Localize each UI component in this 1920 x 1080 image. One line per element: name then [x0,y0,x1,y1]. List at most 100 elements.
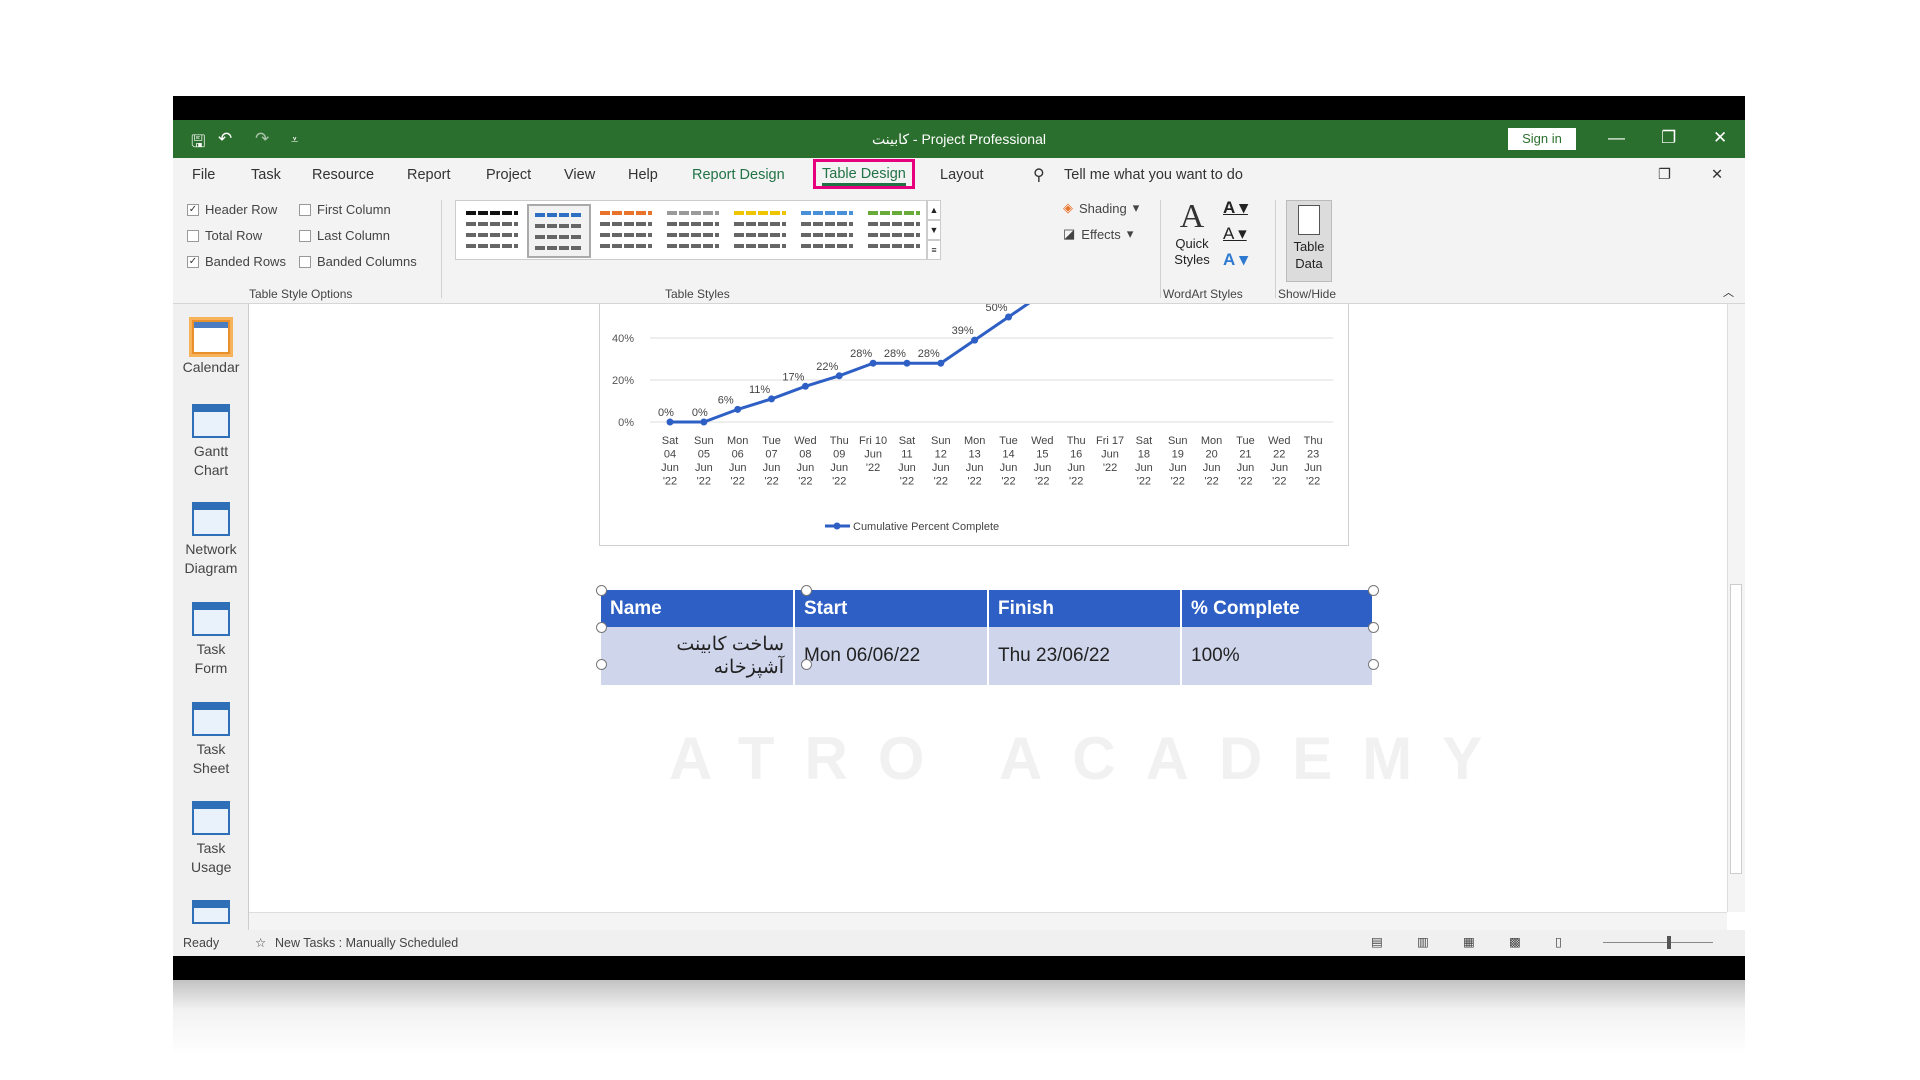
status-bar: Ready ☆ New Tasks : Manually Scheduled ▤… [173,930,1745,956]
checkbox-box [299,229,311,242]
report-table[interactable]: Name Start Finish % Complete ساخت کابینت… [601,590,1374,685]
table-style-option[interactable] [795,204,859,258]
new-tasks-mode[interactable]: New Tasks : Manually Scheduled [275,936,458,950]
restore-button[interactable]: ❐ [1661,128,1676,148]
report-view-icon[interactable]: ▯ [1555,934,1562,949]
tab-project[interactable]: Project [486,167,531,183]
tab-file[interactable]: File [192,167,215,183]
ribbon-display-options-icon[interactable]: ❐ [1658,167,1671,183]
table-style-option[interactable] [862,204,926,258]
tell-me-input[interactable]: Tell me what you want to do [1064,167,1243,183]
first-column-checkbox[interactable]: First Column [299,202,391,217]
table-style-option[interactable] [661,204,725,258]
effects-button[interactable]: ◪ Effects ▾ [1063,226,1133,242]
banded-columns-checkbox[interactable]: Banded Columns [299,254,417,269]
x-tick-label: Mon [727,435,748,447]
tab-help[interactable]: Help [628,167,658,183]
x-tick-label: '22 [1035,476,1049,488]
view-gantt-chart[interactable]: Gantt Chart [173,404,249,480]
zoom-slider-thumb[interactable] [1667,936,1671,949]
checkbox-box [187,229,199,242]
resize-handle[interactable] [801,659,812,670]
x-tick-label: Wed [1031,435,1053,447]
cell-finish: Thu 23/06/22 [988,627,1182,685]
x-tick-label: '22 [1171,476,1185,488]
text-effects-icon[interactable]: A ▾ [1223,250,1248,270]
gantt-view-icon[interactable]: ▤ [1371,934,1383,949]
total-row-checkbox[interactable]: Total Row [187,228,262,243]
x-tick-label: Jun [1270,462,1288,474]
table-style-option[interactable] [527,204,591,258]
sign-in-button[interactable]: Sign in [1508,128,1576,150]
collapse-ribbon-icon[interactable]: ︿ [1723,284,1734,300]
minimize-button[interactable]: — [1608,128,1625,148]
table-data-label: Table Data [1293,239,1325,271]
data-point [937,359,945,367]
quick-styles-button[interactable]: A Quick Styles [1168,198,1216,268]
x-tick-label: '22 [1204,476,1218,488]
tab-report[interactable]: Report [407,167,451,183]
resize-handle[interactable] [1368,622,1379,633]
watermark: ATRO ACADEMY [669,725,1513,792]
last-column-checkbox[interactable]: Last Column [299,228,390,243]
resize-handle[interactable] [596,585,607,596]
task-usage-view-icon[interactable]: ▥ [1417,934,1429,949]
resize-handle[interactable] [1368,585,1379,596]
tab-layout[interactable]: Layout [940,167,984,183]
x-tick-label: '22 [764,476,778,488]
resource-sheet-icon[interactable]: ▩ [1509,934,1521,949]
x-tick-label: Sat [1136,435,1153,447]
x-tick-label: Jun [1203,462,1221,474]
group-label-table-style-options: Table Style Options [249,287,353,301]
header-row-checkbox[interactable]: ✓ Header Row [187,202,277,217]
tab-task[interactable]: Task [251,167,281,183]
view-task-usage[interactable]: Task Usage [173,801,249,877]
x-tick-label: '22 [1306,476,1320,488]
checkbox-label: First Column [317,202,391,217]
burndown-chart[interactable]: 0% 20% 40% 0% 0% 6% 11% 17% 22% 28% 28% 28% 39% 50% Sa… [599,304,1349,546]
table-style-option[interactable] [594,204,658,258]
video-letterbox-bottom [173,956,1745,980]
horizontal-scrollbar[interactable] [249,912,1727,930]
tab-table-design[interactable]: Table Design [813,159,915,189]
data-label: 28% [918,348,940,360]
x-tick-label: Jun [932,462,950,474]
data-point [666,418,674,426]
view-task-sheet[interactable]: Task Sheet [173,702,249,778]
view-network-diagram[interactable]: Network Diagram [173,502,249,578]
x-tick-label: Thu [1304,435,1323,447]
resize-handle[interactable] [1368,659,1379,670]
view-task-form[interactable]: Task Form [173,602,249,678]
x-tick-label: Jun [898,462,916,474]
text-fill-icon[interactable]: A ▾ [1223,198,1248,218]
banded-rows-checkbox[interactable]: ✓ Banded Rows [187,254,286,269]
table-data-button[interactable]: Table Data [1286,200,1332,282]
more-views-button[interactable] [173,900,249,928]
shading-button[interactable]: ◈ Shading ▾ [1063,200,1139,216]
x-tick-label: '22 [697,476,711,488]
team-planner-icon[interactable]: ▦ [1463,934,1475,949]
resize-handle[interactable] [801,585,812,596]
view-calendar[interactable]: Calendar [173,320,249,377]
table-style-option[interactable] [728,204,792,258]
resize-handle[interactable] [596,622,607,633]
vertical-scrollbar[interactable] [1727,304,1745,912]
checkbox-box [299,255,311,268]
tab-resource[interactable]: Resource [312,167,374,183]
gallery-up-button[interactable]: ▲ [927,200,941,220]
resize-handle[interactable] [596,659,607,670]
zoom-slider[interactable] [1603,942,1713,943]
x-tick-label: Jun [1033,462,1051,474]
checkbox-label: Banded Columns [317,254,417,269]
close-document-icon[interactable]: ✕ [1711,167,1723,183]
gallery-down-button[interactable]: ▼ [927,220,941,240]
table-style-option[interactable] [460,204,524,258]
gallery-more-button[interactable]: ≡ [927,240,941,260]
x-tick-label: 21 [1239,449,1251,461]
view-label: Task Usage [191,840,232,875]
tab-view[interactable]: View [564,167,595,183]
tab-report-design[interactable]: Report Design [692,167,785,183]
text-outline-icon[interactable]: A ▾ [1223,224,1247,244]
close-button[interactable]: ✕ [1713,128,1727,148]
scrollbar-thumb[interactable] [1730,584,1742,874]
